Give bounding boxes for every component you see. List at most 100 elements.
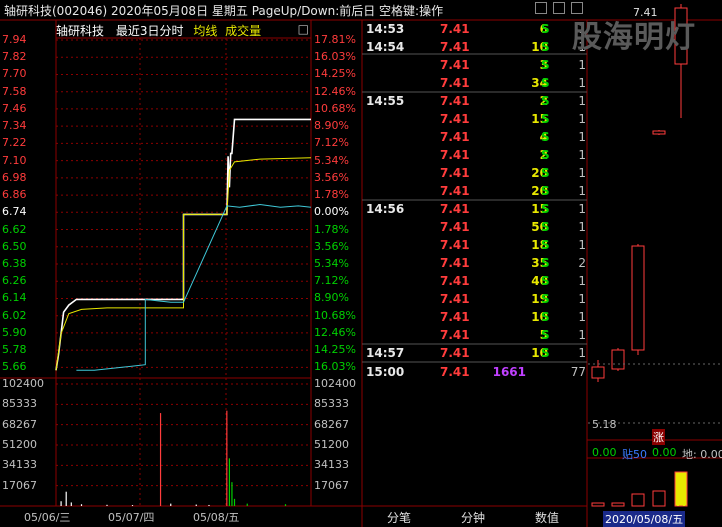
- volume-tick-label: 34133: [2, 458, 37, 472]
- tick-count: 1: [578, 112, 586, 126]
- tick-price: 7.41: [440, 58, 470, 72]
- indicator-value-3: 地: 0.00: [682, 448, 722, 461]
- tick-count: 1: [578, 148, 586, 162]
- indicator-value-1: 0.00: [592, 446, 617, 459]
- price-tick-label: 7.58: [2, 84, 27, 98]
- chart-stock-name: 轴研科技: [56, 24, 105, 38]
- pct-tick-label: 8.90%: [314, 119, 349, 133]
- pct-tick-label: 10.68%: [314, 308, 356, 322]
- tick-time: 14:56: [366, 202, 405, 216]
- indicator-value-2: 0.00: [652, 446, 677, 459]
- rise-badge: 涨: [652, 429, 665, 445]
- tick-price: 7.41: [440, 112, 470, 126]
- tick-direction: S: [541, 112, 550, 126]
- tick-time: 14:55: [366, 94, 405, 108]
- tick-price: 7.41: [440, 310, 470, 324]
- volume-tick-label: 68267: [2, 417, 37, 431]
- tick-count: 1: [578, 238, 586, 252]
- tick-count: 1: [578, 58, 586, 72]
- mini-volume-bar: [611, 502, 625, 507]
- tick-direction: S: [541, 58, 550, 72]
- pct-tick-label: 1.78%: [314, 222, 349, 236]
- pct-tick-label: 8.90%: [314, 291, 349, 305]
- pct-tick-label: 17.81%: [314, 33, 356, 46]
- tick-row: 7.41 2 S 1: [366, 148, 586, 166]
- tick-price: 7.41: [440, 166, 470, 180]
- date-tick-label: 05/08/五: [193, 511, 240, 524]
- tick-price: 7.41: [440, 256, 470, 270]
- tick-price: 7.41: [440, 148, 470, 162]
- low-price-label: 5.18: [592, 418, 617, 431]
- tick-count: 1: [578, 94, 586, 108]
- tick-count: 1: [578, 76, 586, 90]
- tick-time: 15:00: [366, 365, 405, 379]
- volume-tick-label: 51200: [2, 438, 37, 451]
- tick-direction: S: [541, 328, 550, 342]
- tick-price: 7.41: [440, 346, 470, 360]
- tick-direction: S: [541, 94, 550, 108]
- tick-count: 1: [578, 292, 586, 306]
- tick-row: 7.41 19 S 1: [366, 292, 586, 310]
- pct-tick-label: 12.46%: [314, 84, 356, 98]
- chart-header: 轴研科技 最近3日分时 均线 成交量 □: [56, 22, 311, 38]
- price-tick-label: 7.34: [2, 119, 27, 133]
- pct-tick-label: 12.46%: [314, 325, 356, 339]
- price-tick-label: 6.86: [2, 188, 27, 202]
- pct-tick-label: 1.78%: [314, 188, 349, 202]
- volume-tick-label: 17067: [2, 478, 37, 492]
- tick-direction: S: [541, 256, 550, 270]
- price-tick-label: 5.66: [2, 360, 27, 374]
- tick-price: 7.41: [440, 184, 470, 198]
- pct-tick-label: 5.34%: [314, 153, 349, 167]
- tick-direction: S: [541, 292, 550, 306]
- price-tick-label: 6.14: [2, 291, 27, 305]
- tick-count: 1: [578, 346, 586, 360]
- tick-price: 7.41: [440, 130, 470, 144]
- tick-price: 7.41: [440, 292, 470, 306]
- candle-body: [611, 349, 625, 370]
- volume-tick-label: 85333: [2, 397, 37, 411]
- tick-direction: S: [541, 76, 550, 90]
- tick-row: 7.41 18 S 1: [366, 238, 586, 256]
- tick-direction: S: [541, 166, 550, 180]
- tick-count: 1: [578, 328, 586, 342]
- pct-tick-label: 5.34%: [314, 257, 349, 270]
- date-tick-label: 05/07/四: [108, 511, 155, 524]
- mini-volume-bar: [631, 493, 645, 507]
- tick-count: 1: [578, 274, 586, 288]
- volume-tick-label: 51200: [314, 438, 349, 451]
- volume-tick-label: 102400: [314, 377, 356, 390]
- tick-count: 1: [578, 310, 586, 324]
- tab-minutes[interactable]: 分钟: [461, 509, 485, 526]
- chart-mode-label: 最近3日分时: [115, 24, 184, 38]
- mini-volume-bar: [591, 502, 605, 507]
- tick-row: 14:54 7.41 10 S 1: [366, 40, 586, 58]
- tick-volume: 1661: [492, 365, 526, 379]
- price-tick-label: 6.50: [2, 239, 27, 253]
- tick-direction: S: [541, 274, 550, 288]
- tick-direction: S: [541, 346, 550, 360]
- tick-price: 7.41: [440, 365, 470, 379]
- candle-body: [631, 245, 645, 351]
- tick-price: 7.41: [440, 328, 470, 342]
- tick-price: 7.41: [440, 40, 470, 54]
- tick-price: 7.41: [440, 22, 470, 36]
- date-tick-label: 05/06/三: [24, 511, 71, 524]
- tick-time: 14:54: [366, 40, 405, 54]
- tab-values[interactable]: 数值: [535, 509, 559, 526]
- tick-time: 14:57: [366, 346, 405, 360]
- tick-price: 7.41: [440, 94, 470, 108]
- chart-toggle-button[interactable]: □: [298, 22, 309, 36]
- tick-price: 7.41: [440, 238, 470, 252]
- pct-tick-label: 14.25%: [314, 67, 356, 81]
- tick-row: 7.41 34 S 1: [366, 76, 586, 94]
- tick-row: 7.41 50 S 1: [366, 220, 586, 238]
- tick-row: 7.41 10 S 1: [366, 310, 586, 328]
- tab-ticks[interactable]: 分笔: [387, 509, 411, 526]
- price-tick-label: 6.38: [2, 257, 27, 270]
- pct-tick-label: 10.68%: [314, 101, 356, 115]
- tick-row: 7.41 15 S 1: [366, 112, 586, 130]
- pct-tick-label: 3.56%: [314, 239, 349, 253]
- tick-row: 7.41 4 S 1: [366, 130, 586, 148]
- tick-row: 7.41 35 S 2: [366, 256, 586, 274]
